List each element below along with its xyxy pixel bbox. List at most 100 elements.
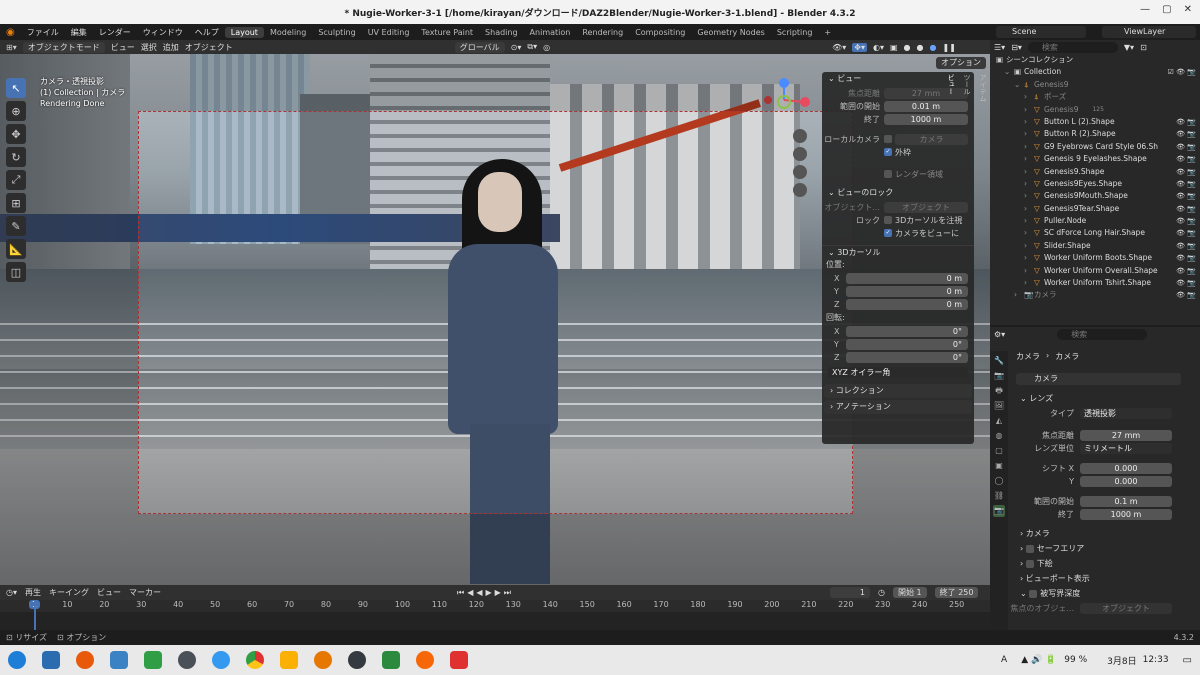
spreadsheet-icon[interactable]	[382, 651, 400, 669]
timeline-area[interactable]: 1102030405060708090100110120130140150160…	[0, 600, 990, 630]
tab-uv-editing[interactable]: UV Editing	[362, 27, 416, 38]
scene-tab-icon[interactable]: ◭	[993, 415, 1005, 427]
collection-tab-icon[interactable]: ▢	[993, 445, 1005, 457]
menu-timeline-view[interactable]: ビュー	[97, 587, 121, 598]
expand-icon[interactable]: ⌄	[1014, 79, 1024, 91]
editor-type-icon[interactable]: ⊞▾	[6, 43, 17, 52]
expand-icon[interactable]: ›	[1024, 116, 1034, 128]
loc-y-field[interactable]: 0 m	[846, 285, 968, 297]
collection-panel-header[interactable]: › コレクション	[824, 384, 972, 398]
lens-unit-dropdown[interactable]: ミリメートル	[1080, 442, 1172, 454]
visibility-toggle-icon[interactable]: 👁 📷	[1176, 166, 1196, 178]
visibility-icon[interactable]: 👁▾	[832, 43, 846, 52]
camera-data-tab-icon[interactable]: 📷	[993, 505, 1005, 517]
expand-icon[interactable]: ⌄	[1004, 66, 1014, 78]
tab-animation[interactable]: Animation	[524, 27, 577, 38]
visibility-toggle-icon[interactable]: 👁 📷	[1176, 227, 1196, 239]
cursor-tool-icon[interactable]: ⊕	[6, 101, 26, 121]
camera-datablock-field[interactable]: カメラ	[1016, 373, 1181, 385]
shift-x-field[interactable]: 0.000	[1080, 462, 1172, 474]
local-camera-field[interactable]: カメラ	[895, 133, 968, 145]
visibility-toggle-icon[interactable]: 👁 📷	[1176, 116, 1196, 128]
tab-tool[interactable]: ツール	[962, 74, 972, 102]
menu-view[interactable]: ビュー	[111, 42, 135, 53]
visibility-toggle-icon[interactable]: 👁 📷	[1176, 252, 1196, 264]
loc-z-field[interactable]: 0 m	[846, 298, 968, 310]
cursor-panel-header[interactable]: ⌄ 3Dカーソル	[822, 245, 974, 259]
current-frame-field[interactable]: 1	[830, 587, 871, 598]
annotate-tool-icon[interactable]: ✎	[6, 216, 26, 236]
blender-logo-icon[interactable]: ◉	[0, 27, 21, 38]
visibility-toggle-icon[interactable]: 👁 📷	[1176, 215, 1196, 227]
minimize-icon[interactable]: —	[1140, 4, 1150, 15]
firefox-icon[interactable]	[76, 651, 94, 669]
new-collection-icon[interactable]: ⊡	[1140, 43, 1147, 52]
outliner-row[interactable]: › ▽ Button L (2).Shape 👁 📷	[990, 116, 1200, 128]
outliner-scene-collection[interactable]: ▣ シーンコレクション	[990, 54, 1200, 66]
outliner-row[interactable]: › ▽ Button R (2).Shape 👁 📷	[990, 128, 1200, 140]
expand-icon[interactable]: ›	[1024, 153, 1034, 165]
tab-sculpting[interactable]: Sculpting	[312, 27, 361, 38]
tab-layout[interactable]: Layout	[224, 26, 264, 38]
properties-editor-icon[interactable]: ⚙▾	[994, 330, 1005, 339]
expand-icon[interactable]: ›	[1024, 252, 1034, 264]
pause-icon[interactable]: ❚❚	[942, 43, 955, 52]
date-label[interactable]: 3月8日	[1107, 654, 1136, 667]
notification-icon[interactable]: ▭	[1183, 655, 1192, 666]
outliner-row[interactable]: › ▽ Puller.Node 👁 📷	[990, 215, 1200, 227]
rot-z-field[interactable]: 0°	[846, 351, 968, 363]
tab-modeling[interactable]: Modeling	[264, 27, 312, 38]
physics-tab-icon[interactable]: ◯	[993, 475, 1005, 487]
mode-dropdown[interactable]: オブジェクトモード	[22, 41, 105, 53]
outliner-row[interactable]: › ▽ Genesis9Mouth.Shape 👁 📷	[990, 190, 1200, 202]
menu-object[interactable]: オブジェクト	[185, 42, 233, 53]
outliner-row[interactable]: › ▽ Genesis9 125	[990, 104, 1200, 116]
outline-checkbox[interactable]: ✓	[884, 148, 892, 156]
visibility-toggle-icon[interactable]: ☑ 👁 📷	[1168, 66, 1196, 78]
outliner-search[interactable]: 検索	[1027, 41, 1118, 53]
axis-gizmo-icon[interactable]	[760, 78, 820, 218]
input-method-indicator[interactable]: A	[1001, 655, 1007, 665]
rot-x-field[interactable]: 0°	[846, 325, 968, 337]
notes-icon[interactable]	[280, 651, 298, 669]
expand-icon[interactable]: ›	[1024, 104, 1034, 116]
outliner-editor-icon[interactable]: ☰▾	[994, 43, 1005, 52]
clock-icon[interactable]: ◷	[878, 588, 885, 597]
tray-icons[interactable]: ▲ 🔊 🔋	[1021, 655, 1056, 665]
visibility-toggle-icon[interactable]: 👁 📷	[1176, 203, 1196, 215]
background-images-panel-header[interactable]: › 下絵	[1010, 556, 1198, 571]
timeline-ruler[interactable]: 1102030405060708090100110120130140150160…	[0, 600, 990, 612]
lens-panel-header[interactable]: ⌄ レンズ	[1010, 391, 1198, 406]
vlc-icon[interactable]	[314, 651, 332, 669]
outliner-row[interactable]: › ▽ Worker Uniform Tshirt.Shape 👁 📷	[990, 277, 1200, 289]
scene-selector[interactable]: Scene	[996, 26, 1086, 38]
visibility-toggle-icon[interactable]: 👁 📷	[1176, 141, 1196, 153]
tab-texture-paint[interactable]: Texture Paint	[415, 27, 479, 38]
tab-rendering[interactable]: Rendering	[576, 27, 629, 38]
visibility-toggle-icon[interactable]: 👁 📷	[1176, 289, 1196, 301]
add-workspace-button[interactable]: +	[818, 27, 837, 38]
clip-start-field[interactable]: 0.1 m	[1080, 495, 1172, 507]
visibility-toggle-icon[interactable]: 👁 📷	[1176, 178, 1196, 190]
maximize-icon[interactable]: ▢	[1162, 4, 1171, 15]
outliner-row[interactable]: › ▽ Worker Uniform Boots.Shape 👁 📷	[990, 252, 1200, 264]
render-region-checkbox[interactable]	[884, 170, 892, 178]
3d-viewport[interactable]: ↖ ⊕ ✥ ↻ ⤢ ⊞ ✎ 📐 ◫ カメラ・透視投影 (1) Collectio…	[0, 54, 990, 585]
expand-icon[interactable]: ›	[1024, 240, 1034, 252]
display-mode-icon[interactable]: ⊟▾	[1011, 43, 1022, 52]
view-lock-header[interactable]: ⌄ ビューのロック	[822, 186, 974, 200]
select-tool-icon[interactable]: ↖	[6, 78, 26, 98]
menu-render[interactable]: レンダー	[93, 27, 137, 38]
tab-view[interactable]: ビュー	[946, 74, 956, 102]
shift-y-field[interactable]: 0.000	[1080, 475, 1172, 487]
move-tool-icon[interactable]: ✥	[6, 124, 26, 144]
outliner-row[interactable]: › ▽ Worker Uniform Overall.Shape 👁 📷	[990, 265, 1200, 277]
clip-end-field[interactable]: 1000 m	[884, 113, 968, 125]
dof-panel-header[interactable]: ⌄ 被写界深度	[1010, 586, 1198, 601]
lock-object-field[interactable]: オブジェクト	[884, 201, 968, 213]
lens-type-dropdown[interactable]: 透視投影	[1080, 407, 1172, 419]
outliner-row[interactable]: › ▽ G9 Eyebrows Card Style 06.Sh 👁 📷	[990, 141, 1200, 153]
menu-help[interactable]: ヘルプ	[189, 27, 225, 38]
viewport-display-panel-header[interactable]: › ビューポート表示	[1010, 571, 1198, 586]
playhead[interactable]	[34, 600, 36, 630]
